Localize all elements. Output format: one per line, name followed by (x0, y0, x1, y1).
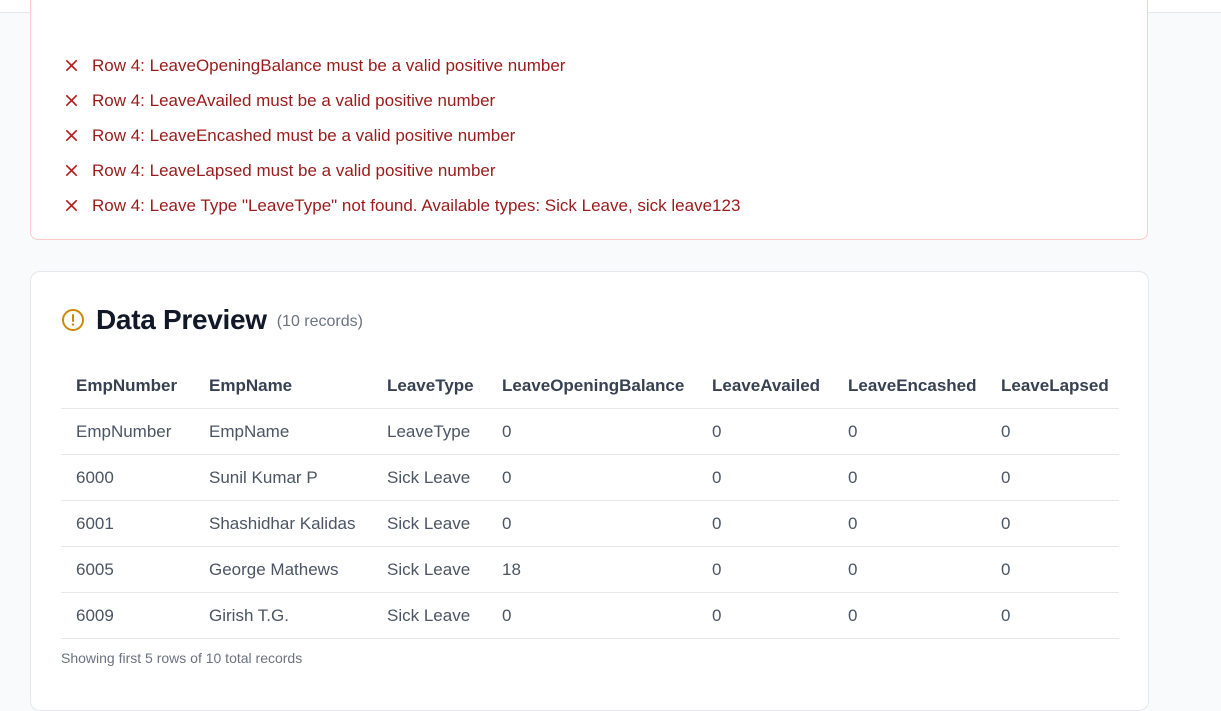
alert-circle-icon (62, 309, 84, 331)
column-header: LeaveLapsed (986, 364, 1119, 409)
table-cell: 0 (986, 454, 1119, 501)
table-cell: 6005 (61, 546, 194, 593)
table-cell: 0 (697, 500, 833, 547)
table-cell: Sunil Kumar P (194, 454, 372, 501)
data-preview-card: Data Preview (10 records) EmpNumber EmpN… (30, 271, 1149, 711)
preview-table: EmpNumber EmpName LeaveType LeaveOpening… (61, 364, 1119, 639)
table-cell: Girish T.G. (194, 592, 372, 639)
table-cell: 0 (833, 592, 986, 639)
x-icon (65, 59, 78, 72)
x-icon (65, 199, 78, 212)
table-row: 6001 Shashidhar Kalidas Sick Leave 0 0 0… (61, 500, 1119, 547)
table-cell: 0 (487, 592, 697, 639)
table-cell: George Mathews (194, 546, 372, 593)
preview-footnote: Showing first 5 rows of 10 total records (61, 650, 303, 666)
error-message: Row 4: LeaveLapsed must be a valid posit… (92, 160, 496, 180)
table-row: 6009 Girish T.G. Sick Leave 0 0 0 0 (61, 592, 1119, 639)
error-message: Row 4: LeaveOpeningBalance must be a val… (92, 55, 566, 75)
table-cell: 6009 (61, 592, 194, 639)
error-list: Row 4: LeaveOpeningBalance must be a val… (64, 48, 740, 223)
error-message: Row 4: LeaveEncashed must be a valid pos… (92, 125, 516, 145)
table-cell: 0 (833, 454, 986, 501)
column-header: LeaveEncashed (833, 364, 986, 409)
table-cell: 0 (986, 546, 1119, 593)
error-item: Row 4: LeaveLapsed must be a valid posit… (64, 153, 740, 188)
table-cell: 0 (833, 500, 986, 547)
error-item: Row 4: LeaveEncashed must be a valid pos… (64, 118, 740, 153)
table-cell: 6000 (61, 454, 194, 501)
table-cell: 0 (487, 454, 697, 501)
column-header: LeaveOpeningBalance (487, 364, 697, 409)
column-header: EmpNumber (61, 364, 194, 409)
table-cell: 0 (986, 592, 1119, 639)
table-cell: 0 (697, 592, 833, 639)
x-icon (65, 164, 78, 177)
x-icon (65, 129, 78, 142)
table-cell: Sick Leave (372, 500, 487, 547)
table-cell: Sick Leave (372, 592, 487, 639)
table-cell: Shashidhar Kalidas (194, 500, 372, 547)
table-header-row: EmpNumber EmpName LeaveType LeaveOpening… (61, 364, 1119, 409)
validation-errors-card: Row 4: LeaveOpeningBalance must be a val… (30, 0, 1148, 240)
table-cell: 0 (697, 454, 833, 501)
table-cell: 0 (487, 500, 697, 547)
column-header: LeaveAvailed (697, 364, 833, 409)
table-cell: 0 (986, 408, 1119, 455)
table-cell: 0 (833, 408, 986, 455)
table-cell: 0 (697, 546, 833, 593)
table-cell: 0 (833, 546, 986, 593)
table-cell: LeaveType (372, 408, 487, 455)
preview-header: Data Preview (10 records) (61, 302, 363, 338)
error-item: Row 4: LeaveOpeningBalance must be a val… (64, 48, 740, 83)
record-count: (10 records) (276, 312, 363, 330)
table-cell: 0 (697, 408, 833, 455)
preview-title: Data Preview (96, 304, 267, 335)
table-cell: EmpName (194, 408, 372, 455)
table-cell: Sick Leave (372, 546, 487, 593)
table-cell: 6001 (61, 500, 194, 547)
error-item: Row 4: Leave Type "LeaveType" not found.… (64, 188, 740, 223)
column-header: LeaveType (372, 364, 487, 409)
table-row: 6000 Sunil Kumar P Sick Leave 0 0 0 0 (61, 454, 1119, 501)
table-row: 6005 George Mathews Sick Leave 18 0 0 0 (61, 546, 1119, 593)
table-cell: 18 (487, 546, 697, 593)
error-message: Row 4: Leave Type "LeaveType" not found.… (92, 195, 741, 215)
error-item: Row 4: LeaveAvailed must be a valid posi… (64, 83, 740, 118)
table-cell: EmpNumber (61, 408, 194, 455)
table-cell: 0 (986, 500, 1119, 547)
error-message: Row 4: LeaveAvailed must be a valid posi… (92, 90, 496, 110)
table-cell: Sick Leave (372, 454, 487, 501)
table-row: EmpNumber EmpName LeaveType 0 0 0 0 (61, 408, 1119, 455)
column-header: EmpName (194, 364, 372, 409)
x-icon (65, 94, 78, 107)
table-cell: 0 (487, 408, 697, 455)
